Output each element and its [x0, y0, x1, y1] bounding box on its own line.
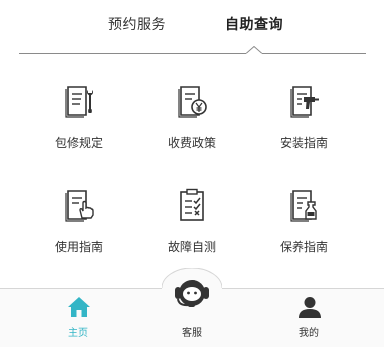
tab-self-query[interactable]: 自助查询: [225, 14, 283, 34]
grid-item-fee-policy[interactable]: 收费政策: [137, 70, 247, 160]
app-screen: 预约服务 自助查询 包修规定 收费政策 安装指南 使用指南 故障自测 保养指南 …: [0, 0, 384, 347]
fee-doc-yen-icon: [178, 86, 207, 118]
grid-item-label: 保养指南: [279, 240, 328, 254]
nav-home-label: 主页: [68, 328, 88, 339]
grid-item-install-guide[interactable]: 安装指南: [249, 70, 359, 160]
user-icon: [299, 297, 321, 318]
grid-item-label: 安装指南: [279, 136, 328, 150]
warranty-doc-wrench-icon: [65, 86, 93, 118]
nav-mine-label: 我的: [299, 328, 319, 339]
grid-item-label: 收费政策: [167, 136, 216, 150]
nav-service-label: 客服: [182, 328, 202, 339]
grid-item-label: 故障自测: [167, 240, 216, 254]
grid-item-label: 使用指南: [54, 240, 103, 254]
grid-item-label: 包修规定: [54, 136, 103, 150]
nav-home[interactable]: 主页: [33, 289, 123, 347]
self-query-grid: 包修规定 收费政策 安装指南 使用指南 故障自测 保养指南: [0, 70, 384, 280]
usage-doc-hand-icon: [65, 190, 94, 222]
headset-icon[interactable]: [171, 273, 213, 313]
nav-mine[interactable]: 我的: [264, 289, 354, 347]
install-doc-drill-icon: [290, 86, 319, 118]
maintenance-doc-spray-icon: [290, 190, 317, 222]
grid-item-maintenance-guide[interactable]: 保养指南: [249, 174, 359, 264]
grid-item-warranty[interactable]: 包修规定: [24, 70, 134, 160]
top-tabs: 预约服务 自助查询: [0, 0, 384, 55]
diagnosis-clipboard-icon: [180, 188, 204, 221]
grid-item-usage-guide[interactable]: 使用指南: [24, 174, 134, 264]
grid-item-self-diagnosis[interactable]: 故障自测: [137, 174, 247, 264]
home-icon: [68, 297, 90, 317]
active-tab-indicator: [246, 46, 262, 54]
tab-booking-service[interactable]: 预约服务: [108, 14, 166, 34]
tab-divider: [19, 53, 366, 54]
